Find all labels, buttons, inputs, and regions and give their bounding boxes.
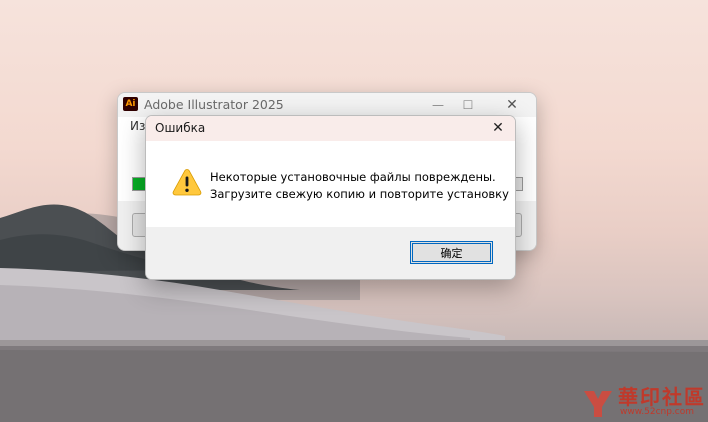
dialog-close-button[interactable]: ✕ (481, 116, 515, 141)
warning-icon (172, 169, 202, 196)
dialog-body: Некоторые установочные файлы повреждены.… (146, 141, 515, 227)
error-message-line-1: Некоторые установочные файлы повреждены. (210, 170, 496, 184)
dialog-footer: 确定 (146, 227, 515, 279)
ok-button[interactable]: 确定 (410, 241, 493, 264)
site-watermark: 華印社區 www.52cnp.com (580, 381, 706, 419)
watermark-logo-icon (584, 391, 612, 417)
watermark-logo-text: 華印社區 (618, 385, 706, 409)
installer-close-button[interactable]: ✕ (498, 95, 526, 115)
error-dialog: Ошибка ✕ Некоторые установочные файлы по… (145, 115, 516, 280)
maximize-button[interactable]: ☐ (454, 95, 482, 115)
illustrator-app-icon: Ai (123, 97, 138, 111)
installer-window-title: Adobe Illustrator 2025 (144, 97, 284, 112)
minimize-button[interactable]: — (424, 95, 452, 115)
dialog-title: Ошибка (155, 121, 206, 135)
installer-status-label: Из (130, 119, 146, 133)
error-message: Некоторые установочные файлы повреждены.… (210, 169, 509, 203)
installer-titlebar[interactable]: Ai Adobe Illustrator 2025 — ☐ ✕ (118, 93, 536, 117)
dialog-titlebar[interactable]: Ошибка ✕ (146, 116, 515, 141)
watermark-url: www.52cnp.com (620, 407, 695, 417)
error-message-line-2: Загрузите свежую копию и повторите устан… (210, 187, 509, 201)
